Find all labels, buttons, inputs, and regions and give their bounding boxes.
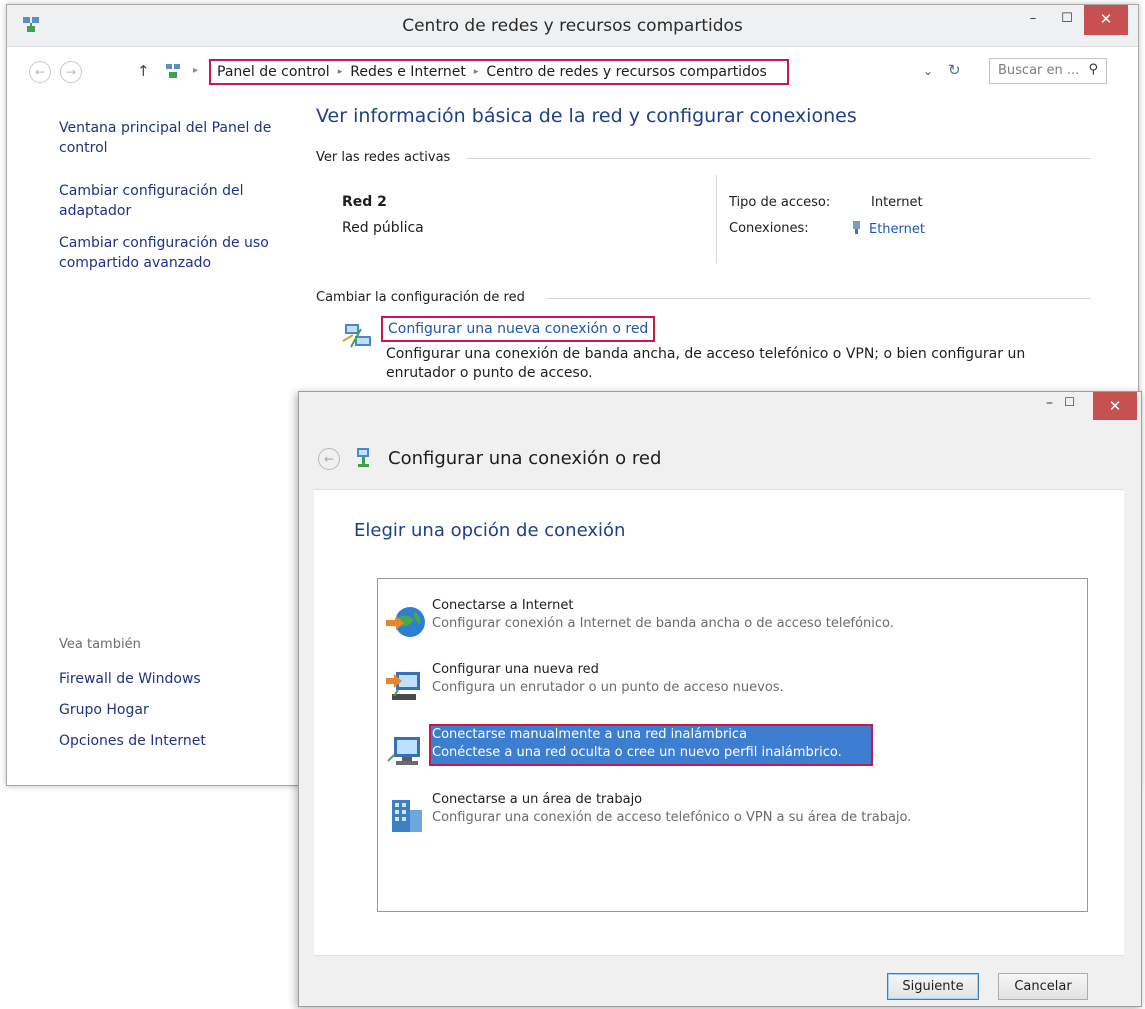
cancel-button[interactable]: Cancelar (998, 973, 1088, 1000)
title-bar[interactable]: Centro de redes y recursos compartidos –… (7, 5, 1138, 47)
option-new-network[interactable]: Configurar una nueva red Configura un en… (378, 658, 1087, 716)
dialog-maximize-button[interactable]: ☐ (1064, 395, 1075, 409)
setup-connection-dialog: – ☐ ✕ ← Configurar una conexión o red El… (298, 391, 1142, 1007)
connection-options-list[interactable]: Conectarse a Internet Configurar conexió… (377, 578, 1088, 912)
dialog-minimize-button[interactable]: – (1046, 395, 1053, 411)
up-arrow-icon[interactable]: ↑ (137, 62, 150, 80)
network-type: Red pública (342, 220, 424, 236)
minimize-button[interactable]: – (1018, 5, 1048, 35)
search-placeholder: Buscar en ... (998, 63, 1080, 78)
see-also-homegroup[interactable]: Grupo Hogar (59, 700, 149, 720)
option-title[interactable]: Configurar una nueva red (432, 662, 599, 677)
access-type-label: Tipo de acceso: (729, 195, 831, 210)
wireless-computer-icon (387, 737, 420, 765)
breadcrumb[interactable]: Panel de control ▸ Redes e Internet ▸ Ce… (209, 59, 789, 85)
network-setup-icon (357, 448, 369, 467)
search-icon[interactable]: ⚲ (1088, 62, 1098, 77)
option-connect-internet[interactable]: Conectarse a Internet Configurar conexió… (378, 594, 1087, 652)
back-arrow-icon[interactable]: ← (29, 61, 51, 83)
option-title[interactable]: Conectarse a un área de trabajo (432, 792, 642, 807)
breadcrumb-redes-e-internet[interactable]: Redes e Internet (350, 64, 466, 80)
connection-ethernet-link[interactable]: Ethernet (852, 221, 925, 237)
chevron-right-icon[interactable]: ▸ (338, 67, 343, 77)
ethernet-icon (853, 221, 860, 234)
option-workplace[interactable]: Conectarse a un área de trabajo Configur… (378, 788, 1087, 846)
chevron-down-icon[interactable]: ⌄ (923, 64, 933, 78)
dialog-heading: Elegir una opción de conexión (354, 520, 626, 541)
next-button[interactable]: Siguiente (887, 973, 979, 1000)
sidebar-link-change-adapter[interactable]: Cambiar configuración del adaptador (59, 181, 259, 221)
section-divider (547, 298, 1091, 299)
sidebar-link-advanced-sharing[interactable]: Cambiar configuración de uso compartido … (59, 233, 284, 273)
option-description[interactable]: Conéctese a una red oculta o cree un nue… (432, 745, 842, 760)
network-name: Red 2 (342, 194, 387, 210)
option-description[interactable]: Configurar una conexión de acceso telefó… (432, 810, 911, 825)
breadcrumb-panel-de-control[interactable]: Panel de control (217, 64, 330, 80)
connection-ethernet-label[interactable]: Ethernet (869, 222, 925, 237)
new-connection-description: Configurar una conexión de banda ancha, … (386, 346, 1026, 381)
option-description[interactable]: Configurar conexión a Internet de banda … (432, 616, 894, 631)
see-also-firewall[interactable]: Firewall de Windows (59, 669, 201, 689)
window-title: Centro de redes y recursos compartidos (402, 16, 743, 36)
maximize-button[interactable]: ☐ (1052, 5, 1082, 35)
section-label-active-networks: Ver las redes activas (316, 150, 451, 165)
dialog-close-button[interactable]: ✕ (1093, 392, 1137, 420)
access-type-value: Internet (871, 195, 923, 210)
page-title: Ver información básica de la red y confi… (316, 105, 857, 127)
close-button[interactable]: ✕ (1084, 5, 1128, 35)
search-input[interactable]: Buscar en ... ⚲ (989, 58, 1107, 84)
navigation-bar: ← → ↑ ▸ Panel de control ▸ Redes e Inter… (7, 48, 1138, 93)
sidebar-link-control-panel-home[interactable]: Ventana principal del Panel de control (59, 118, 289, 158)
back-arrow-icon[interactable]: ← (318, 448, 340, 470)
workplace-icon (392, 800, 422, 832)
router-icon (386, 672, 420, 700)
network-location-icon (166, 64, 180, 78)
new-connection-icon (342, 324, 371, 348)
dialog-title: Configurar una conexión o red (388, 448, 662, 469)
globe-icon (386, 607, 425, 637)
option-title[interactable]: Conectarse manualmente a una red inalámb… (432, 727, 747, 742)
breadcrumb-centro-de-redes[interactable]: Centro de redes y recursos compartidos (486, 64, 766, 80)
connections-label: Conexiones: (729, 221, 809, 236)
chevron-right-icon[interactable]: ▸ (193, 65, 198, 76)
chevron-right-icon[interactable]: ▸ (474, 67, 479, 77)
refresh-icon[interactable]: ↻ (948, 61, 961, 79)
option-description[interactable]: Configura un enrutador o un punto de acc… (432, 680, 784, 695)
section-label-change-settings: Cambiar la configuración de red (316, 290, 525, 305)
forward-arrow-icon[interactable]: → (60, 61, 82, 83)
see-also-internet-options[interactable]: Opciones de Internet (59, 731, 206, 751)
dialog-content: Elegir una opción de conexión Conectarse… (314, 489, 1124, 956)
option-manual-wireless[interactable]: Conectarse manualmente a una red inalámb… (378, 723, 1087, 781)
section-divider (467, 158, 1091, 159)
option-title[interactable]: Conectarse a Internet (432, 598, 573, 613)
new-connection-link[interactable]: Configurar una nueva conexión o red (381, 316, 656, 342)
vertical-divider (716, 175, 717, 263)
see-also-label: Vea también (59, 637, 141, 652)
